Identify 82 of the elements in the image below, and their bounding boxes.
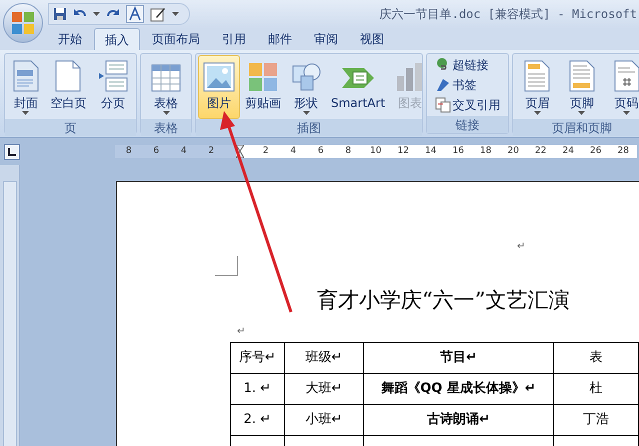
clip-art-icon — [248, 62, 278, 92]
paragraph-mark: ↵ — [237, 326, 246, 338]
ribbon-button[interactable]: SmartArt — [326, 55, 390, 119]
ribbon-button[interactable]: 封面 — [8, 55, 44, 119]
table-header-cell: 节目↵ — [364, 342, 554, 374]
ruler-number: 6 — [152, 145, 160, 158]
edit-icon[interactable] — [150, 6, 166, 22]
table-cell: 丁浩 — [554, 404, 638, 436]
table-header-cell: 表 — [554, 342, 638, 374]
ruler-number: 8 — [124, 145, 133, 158]
ruler-number: 4 — [180, 145, 188, 158]
ribbon-tab[interactable]: 视图 — [350, 28, 394, 50]
ribbon-button[interactable]: 交叉引用 — [432, 95, 502, 115]
table-icon — [151, 64, 181, 92]
group-label: 插图 — [196, 119, 422, 136]
ribbon-tab[interactable]: 审阅 — [304, 28, 348, 50]
ribbon-button[interactable]: 页脚 — [564, 55, 600, 119]
ruler-number: 20 — [506, 145, 520, 158]
ribbon-button[interactable]: 超链接 — [432, 55, 502, 75]
ruler-number: 16 — [452, 145, 465, 158]
ruler-number: 22 — [534, 145, 548, 158]
table-cell: 杜 — [554, 374, 638, 404]
ruler-number: 2 — [207, 145, 216, 158]
ruler-number: 12 — [396, 145, 410, 158]
bookmark-icon — [434, 77, 450, 93]
ribbon-button[interactable]: 书签 — [432, 75, 502, 95]
ribbon-button[interactable]: 页码 — [608, 55, 639, 119]
ruler-number: 26 — [589, 145, 602, 158]
ribbon-tab[interactable]: 邮件 — [258, 28, 302, 50]
ruler-number: 24 — [562, 145, 575, 158]
ribbon-button[interactable]: 表格 — [146, 55, 186, 119]
ribbon-tab[interactable]: 引用 — [212, 28, 256, 50]
page-break-icon — [98, 60, 128, 92]
crop-mark — [215, 256, 238, 276]
ribbon-tab[interactable]: 开始 — [48, 28, 92, 50]
ruler-number: 18 — [479, 145, 492, 158]
table-cell: 小班↵ — [284, 404, 364, 436]
group-label: 页眉和页脚 — [513, 119, 639, 136]
ribbon-button[interactable]: 图片 — [198, 55, 240, 119]
table-header-cell: 序号↵ — [230, 342, 284, 374]
ruler-number: 14 — [424, 145, 438, 158]
save-icon[interactable] — [53, 7, 67, 21]
paragraph-mark: ↵ — [517, 240, 526, 254]
table-cell: 舞蹈《QQ 星成长体操》↵ — [364, 374, 554, 404]
ribbon-button[interactable]: 形状 — [286, 55, 326, 119]
left-tab-icon — [8, 148, 16, 156]
ribbon-tab[interactable]: 插入 — [94, 28, 140, 50]
table-cell: 大班↵ — [284, 374, 364, 404]
cover-page-icon — [12, 60, 39, 92]
window-title: 庆六一节目单.doc [兼容模式] - Microsoft — [380, 6, 637, 23]
office-logo-icon — [11, 11, 35, 35]
tab-selector[interactable] — [4, 144, 20, 160]
document-title: 育才小学庆“六一”文艺汇演 — [317, 287, 570, 314]
shapes-icon — [291, 62, 321, 92]
page-number-icon — [614, 60, 639, 92]
ruler-number: 8 — [344, 145, 352, 158]
text-format-icon[interactable] — [126, 5, 144, 23]
ribbon-button[interactable]: 页眉 — [519, 55, 556, 119]
ruler-number: 2 — [262, 145, 270, 158]
group-label: 页 — [5, 119, 136, 136]
ruler-number: 10 — [369, 145, 382, 158]
header-icon — [524, 60, 550, 92]
table-cell: 1. ↵ — [230, 374, 284, 404]
table-cell: 2. ↵ — [230, 404, 284, 436]
blank-page-icon — [55, 60, 82, 92]
ribbon-tab[interactable]: 页面布局 — [142, 28, 210, 50]
cross-reference-icon — [434, 97, 450, 113]
ruler-number: 6 — [316, 145, 325, 158]
undo-dropdown-icon — [93, 12, 100, 16]
ruler-number: 4 — [289, 145, 298, 158]
group-label: 链接 — [427, 116, 508, 133]
table-cell: 古诗朗诵↵ — [364, 404, 554, 436]
table-header-cell: 班级↵ — [284, 342, 364, 374]
group-label: 表格 — [141, 119, 191, 136]
ruler-number: 28 — [616, 145, 630, 158]
customize-dropdown-icon — [172, 12, 179, 16]
ribbon-button[interactable]: 剪贴画 — [240, 55, 286, 119]
office-button[interactable] — [3, 3, 43, 43]
ribbon-button[interactable]: 分页 — [93, 55, 134, 119]
footer-icon — [568, 60, 595, 92]
ribbon-button[interactable]: 空白页 — [45, 55, 92, 119]
picture-icon — [203, 62, 235, 92]
